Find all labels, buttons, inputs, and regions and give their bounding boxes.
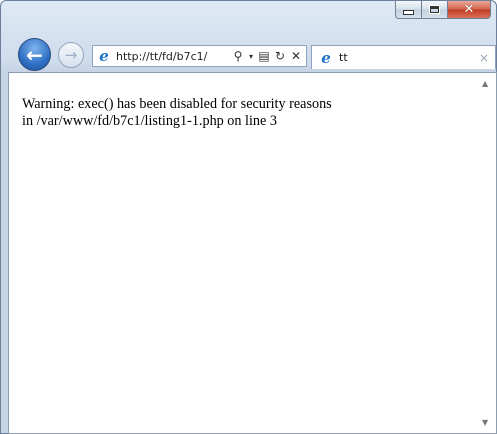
address-tools: ⚲ ▾ ▤ ↻ ✕ (231, 49, 306, 63)
close-window-button[interactable]: ✕ (447, 1, 491, 19)
search-icon[interactable]: ⚲ (231, 49, 245, 63)
maximize-icon (429, 5, 440, 14)
tab-title: tt (339, 51, 348, 64)
tab-active[interactable]: e tt × (311, 45, 496, 69)
warning-line-1: Warning: exec() has been disabled for se… (22, 96, 332, 112)
forward-button[interactable]: → (58, 42, 84, 68)
minimize-button[interactable] (395, 1, 421, 19)
vertical-scrollbar[interactable]: ▲ ▼ (479, 73, 495, 433)
forward-arrow-icon: → (64, 46, 78, 64)
scroll-down-icon[interactable]: ▼ (482, 418, 488, 427)
maximize-button[interactable] (421, 1, 447, 19)
dropdown-icon[interactable]: ▾ (247, 52, 255, 61)
address-input[interactable]: http://tt/fd/b7c1/ (116, 50, 216, 63)
scroll-up-icon[interactable]: ▲ (482, 79, 488, 88)
back-arrow-icon: ← (26, 42, 43, 67)
minimize-icon (403, 10, 414, 15)
browser-window: ✕ ← → e http://tt/fd/b7c1/ ⚲ ▾ ▤ ↻ ✕ e t… (0, 0, 497, 434)
ie-page-icon: e (99, 47, 109, 65)
warning-message: Warning: exec() has been disabled for se… (22, 96, 332, 130)
tab-ie-icon: e (321, 48, 331, 67)
caption-buttons: ✕ (395, 1, 491, 19)
back-button[interactable]: ← (18, 38, 51, 71)
refresh-icon[interactable]: ↻ (273, 49, 287, 63)
warning-line-2: in /var/www/fd/b7c1/listing1-1.php on li… (22, 113, 277, 129)
tab-close-icon[interactable]: × (479, 51, 489, 65)
stop-icon[interactable]: ✕ (289, 49, 303, 63)
close-icon: ✕ (463, 2, 475, 17)
compatibility-view-icon[interactable]: ▤ (257, 49, 271, 63)
address-bar[interactable]: e http://tt/fd/b7c1/ ⚲ ▾ ▤ ↻ ✕ (92, 45, 307, 67)
